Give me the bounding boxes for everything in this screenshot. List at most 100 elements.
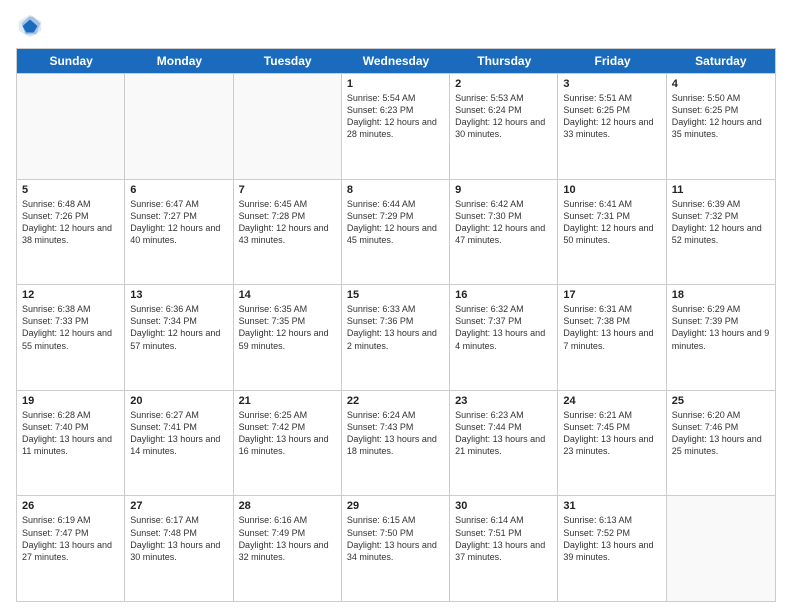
day-cell-1: 1 Sunrise: 5:54 AM Sunset: 6:23 PM Daylig… bbox=[342, 74, 450, 179]
day-info: Sunrise: 6:20 AM Sunset: 7:46 PM Dayligh… bbox=[672, 409, 770, 458]
day-cell-14: 14 Sunrise: 6:35 AM Sunset: 7:35 PM Dayli… bbox=[234, 285, 342, 390]
day-info: Sunrise: 6:13 AM Sunset: 7:52 PM Dayligh… bbox=[563, 514, 660, 563]
day-number: 20 bbox=[130, 395, 227, 407]
header bbox=[16, 12, 776, 40]
day-info: Sunrise: 5:54 AM Sunset: 6:23 PM Dayligh… bbox=[347, 92, 444, 141]
day-info: Sunrise: 6:23 AM Sunset: 7:44 PM Dayligh… bbox=[455, 409, 552, 458]
calendar-body: 1 Sunrise: 5:54 AM Sunset: 6:23 PM Daylig… bbox=[17, 73, 775, 601]
day-number: 1 bbox=[347, 78, 444, 90]
day-info: Sunrise: 5:50 AM Sunset: 6:25 PM Dayligh… bbox=[672, 92, 770, 141]
day-cell-8: 8 Sunrise: 6:44 AM Sunset: 7:29 PM Daylig… bbox=[342, 180, 450, 285]
day-cell-31: 31 Sunrise: 6:13 AM Sunset: 7:52 PM Dayli… bbox=[558, 496, 666, 601]
weekday-header-monday: Monday bbox=[125, 49, 233, 73]
calendar-row-4: 26 Sunrise: 6:19 AM Sunset: 7:47 PM Dayli… bbox=[17, 495, 775, 601]
day-cell-21: 21Sunrise: 6:25 AM Sunset: 7:42 PM Dayli… bbox=[234, 391, 342, 496]
day-number: 27 bbox=[130, 500, 227, 512]
day-cell-30: 30 Sunrise: 6:14 AM Sunset: 7:51 PM Dayli… bbox=[450, 496, 558, 601]
day-number: 4 bbox=[672, 78, 770, 90]
day-number: 2 bbox=[455, 78, 552, 90]
day-number: 9 bbox=[455, 184, 552, 196]
day-info: Sunrise: 6:27 AM Sunset: 7:41 PM Dayligh… bbox=[130, 409, 227, 458]
day-info: Sunrise: 6:44 AM Sunset: 7:29 PM Dayligh… bbox=[347, 198, 444, 247]
day-cell-7: 7Sunrise: 6:45 AM Sunset: 7:28 PM Daylig… bbox=[234, 180, 342, 285]
empty-cell-4-6 bbox=[667, 496, 775, 601]
day-number: 3 bbox=[563, 78, 660, 90]
weekday-header-friday: Friday bbox=[558, 49, 666, 73]
day-info: Sunrise: 6:35 AM Sunset: 7:35 PM Dayligh… bbox=[239, 303, 336, 352]
weekday-header-tuesday: Tuesday bbox=[234, 49, 342, 73]
day-info: Sunrise: 6:21 AM Sunset: 7:45 PM Dayligh… bbox=[563, 409, 660, 458]
day-cell-19: 19Sunrise: 6:28 AM Sunset: 7:40 PM Dayli… bbox=[17, 391, 125, 496]
day-info: Sunrise: 6:31 AM Sunset: 7:38 PM Dayligh… bbox=[563, 303, 660, 352]
day-info: Sunrise: 6:17 AM Sunset: 7:48 PM Dayligh… bbox=[130, 514, 227, 563]
day-number: 29 bbox=[347, 500, 444, 512]
day-number: 22 bbox=[347, 395, 444, 407]
day-cell-12: 12 Sunrise: 6:38 AM Sunset: 7:33 PM Dayli… bbox=[17, 285, 125, 390]
day-info: Sunrise: 6:28 AM Sunset: 7:40 PM Dayligh… bbox=[22, 409, 119, 458]
day-number: 18 bbox=[672, 289, 770, 301]
day-info: Sunrise: 6:33 AM Sunset: 7:36 PM Dayligh… bbox=[347, 303, 444, 352]
day-info: Sunrise: 6:24 AM Sunset: 7:43 PM Dayligh… bbox=[347, 409, 444, 458]
day-cell-28: 28 Sunrise: 6:16 AM Sunset: 7:49 PM Dayli… bbox=[234, 496, 342, 601]
day-info: Sunrise: 6:16 AM Sunset: 7:49 PM Dayligh… bbox=[239, 514, 336, 563]
day-cell-3: 3Sunrise: 5:51 AM Sunset: 6:25 PM Daylig… bbox=[558, 74, 666, 179]
calendar-row-0: 1 Sunrise: 5:54 AM Sunset: 6:23 PM Daylig… bbox=[17, 73, 775, 179]
day-cell-6: 6 Sunrise: 6:47 AM Sunset: 7:27 PM Daylig… bbox=[125, 180, 233, 285]
empty-cell-0-0 bbox=[17, 74, 125, 179]
empty-cell-0-2 bbox=[234, 74, 342, 179]
calendar-row-2: 12 Sunrise: 6:38 AM Sunset: 7:33 PM Dayli… bbox=[17, 284, 775, 390]
day-cell-24: 24 Sunrise: 6:21 AM Sunset: 7:45 PM Dayli… bbox=[558, 391, 666, 496]
day-number: 13 bbox=[130, 289, 227, 301]
day-cell-10: 10Sunrise: 6:41 AM Sunset: 7:31 PM Dayli… bbox=[558, 180, 666, 285]
calendar-header: SundayMondayTuesdayWednesdayThursdayFrid… bbox=[17, 49, 775, 73]
day-info: Sunrise: 6:15 AM Sunset: 7:50 PM Dayligh… bbox=[347, 514, 444, 563]
day-info: Sunrise: 6:48 AM Sunset: 7:26 PM Dayligh… bbox=[22, 198, 119, 247]
day-number: 24 bbox=[563, 395, 660, 407]
day-cell-29: 29 Sunrise: 6:15 AM Sunset: 7:50 PM Dayli… bbox=[342, 496, 450, 601]
day-number: 28 bbox=[239, 500, 336, 512]
day-cell-13: 13Sunrise: 6:36 AM Sunset: 7:34 PM Dayli… bbox=[125, 285, 233, 390]
day-number: 14 bbox=[239, 289, 336, 301]
day-number: 25 bbox=[672, 395, 770, 407]
day-number: 6 bbox=[130, 184, 227, 196]
day-cell-11: 11Sunrise: 6:39 AM Sunset: 7:32 PM Dayli… bbox=[667, 180, 775, 285]
day-number: 7 bbox=[239, 184, 336, 196]
day-number: 21 bbox=[239, 395, 336, 407]
day-number: 15 bbox=[347, 289, 444, 301]
day-cell-26: 26 Sunrise: 6:19 AM Sunset: 7:47 PM Dayli… bbox=[17, 496, 125, 601]
day-number: 12 bbox=[22, 289, 119, 301]
day-info: Sunrise: 6:29 AM Sunset: 7:39 PM Dayligh… bbox=[672, 303, 770, 352]
calendar: SundayMondayTuesdayWednesdayThursdayFrid… bbox=[16, 48, 776, 602]
weekday-header-sunday: Sunday bbox=[17, 49, 125, 73]
day-cell-20: 20 Sunrise: 6:27 AM Sunset: 7:41 PM Dayli… bbox=[125, 391, 233, 496]
day-cell-17: 17Sunrise: 6:31 AM Sunset: 7:38 PM Dayli… bbox=[558, 285, 666, 390]
logo bbox=[16, 12, 48, 40]
day-info: Sunrise: 6:39 AM Sunset: 7:32 PM Dayligh… bbox=[672, 198, 770, 247]
day-number: 23 bbox=[455, 395, 552, 407]
calendar-row-1: 5 Sunrise: 6:48 AM Sunset: 7:26 PM Daylig… bbox=[17, 179, 775, 285]
day-cell-25: 25 Sunrise: 6:20 AM Sunset: 7:46 PM Dayli… bbox=[667, 391, 775, 496]
day-cell-2: 2 Sunrise: 5:53 AM Sunset: 6:24 PM Daylig… bbox=[450, 74, 558, 179]
day-cell-9: 9 Sunrise: 6:42 AM Sunset: 7:30 PM Daylig… bbox=[450, 180, 558, 285]
day-info: Sunrise: 6:14 AM Sunset: 7:51 PM Dayligh… bbox=[455, 514, 552, 563]
day-number: 30 bbox=[455, 500, 552, 512]
day-number: 5 bbox=[22, 184, 119, 196]
day-info: Sunrise: 6:47 AM Sunset: 7:27 PM Dayligh… bbox=[130, 198, 227, 247]
day-info: Sunrise: 5:53 AM Sunset: 6:24 PM Dayligh… bbox=[455, 92, 552, 141]
day-cell-4: 4 Sunrise: 5:50 AM Sunset: 6:25 PM Daylig… bbox=[667, 74, 775, 179]
page: SundayMondayTuesdayWednesdayThursdayFrid… bbox=[0, 0, 792, 612]
day-info: Sunrise: 6:19 AM Sunset: 7:47 PM Dayligh… bbox=[22, 514, 119, 563]
empty-cell-0-1 bbox=[125, 74, 233, 179]
logo-icon bbox=[16, 12, 44, 40]
day-number: 31 bbox=[563, 500, 660, 512]
day-number: 8 bbox=[347, 184, 444, 196]
day-cell-23: 23 Sunrise: 6:23 AM Sunset: 7:44 PM Dayli… bbox=[450, 391, 558, 496]
day-info: Sunrise: 6:42 AM Sunset: 7:30 PM Dayligh… bbox=[455, 198, 552, 247]
day-cell-5: 5 Sunrise: 6:48 AM Sunset: 7:26 PM Daylig… bbox=[17, 180, 125, 285]
day-cell-15: 15 Sunrise: 6:33 AM Sunset: 7:36 PM Dayli… bbox=[342, 285, 450, 390]
day-cell-22: 22 Sunrise: 6:24 AM Sunset: 7:43 PM Dayli… bbox=[342, 391, 450, 496]
day-number: 26 bbox=[22, 500, 119, 512]
calendar-row-3: 19Sunrise: 6:28 AM Sunset: 7:40 PM Dayli… bbox=[17, 390, 775, 496]
day-info: Sunrise: 6:38 AM Sunset: 7:33 PM Dayligh… bbox=[22, 303, 119, 352]
day-info: Sunrise: 6:41 AM Sunset: 7:31 PM Dayligh… bbox=[563, 198, 660, 247]
